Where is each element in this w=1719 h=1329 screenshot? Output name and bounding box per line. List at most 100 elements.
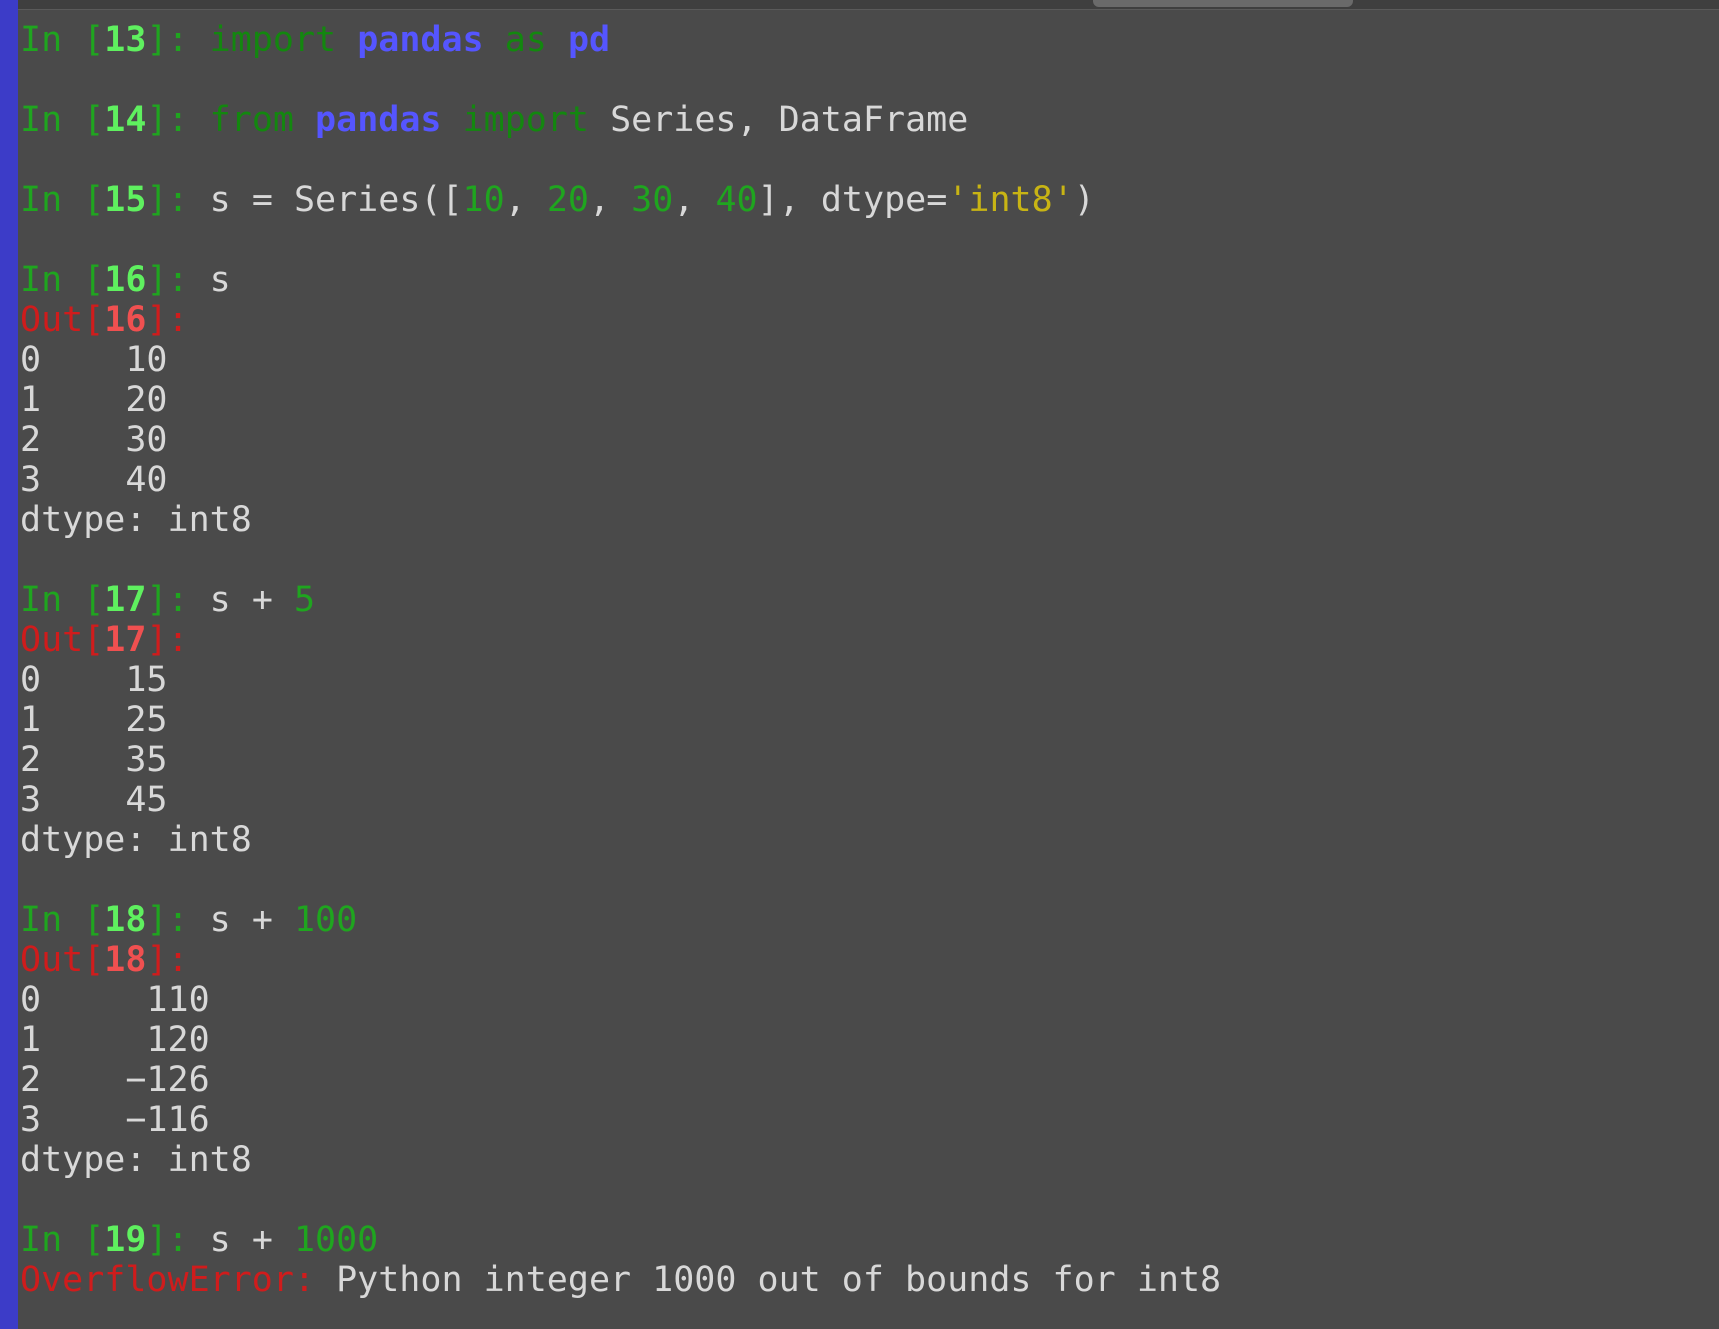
out-prompt-label: Out: [20, 620, 84, 660]
out-prompt-bracket: ]:: [146, 300, 189, 340]
output-line: dtype: int8: [20, 820, 1221, 860]
tab-strip: [18, 0, 1719, 10]
out-prompt-label: Out: [20, 300, 84, 340]
terminal-output: In [13]: import pandas as pd In [14]: fro…: [20, 20, 1221, 1300]
input-line: In [16]: s: [20, 260, 1221, 300]
in-prompt-bracket: [: [83, 180, 105, 220]
in-prompt-number: 16: [104, 260, 147, 300]
in-prompt-bracket: [: [83, 900, 105, 940]
code-token: ], dtype=: [757, 180, 948, 220]
output-line: 3 −116: [20, 1100, 1221, 1140]
input-line: In [19]: s + 1000: [20, 1220, 1221, 1260]
output-prompt-line: Out[16]:: [20, 300, 1221, 340]
code-token: 'int8': [947, 180, 1074, 220]
input-line: In [18]: s + 100: [20, 900, 1221, 940]
output-line: 1 25: [20, 700, 1221, 740]
code-token: pandas: [357, 20, 484, 60]
ipython-terminal[interactable]: In [13]: import pandas as pd In [14]: fro…: [0, 0, 1719, 1329]
in-prompt-bracket: ]:: [146, 260, 210, 300]
in-prompt-number: 19: [104, 1220, 147, 1260]
output-text: 3 −116: [20, 1100, 210, 1140]
in-prompt-bracket: ]:: [146, 1220, 210, 1260]
active-tab-indicator[interactable]: [1093, 0, 1353, 7]
in-prompt-bracket: ]:: [146, 580, 210, 620]
output-text: 1 120: [20, 1020, 210, 1060]
in-prompt-bracket: ]:: [146, 20, 210, 60]
code-token: 1000: [293, 1220, 379, 1260]
output-text: dtype: int8: [20, 820, 252, 860]
output-text: 0 15: [20, 660, 168, 700]
code-token: ,: [589, 180, 632, 220]
in-prompt-number: 14: [104, 100, 147, 140]
code-token: s +: [209, 900, 294, 940]
in-prompt-bracket: [: [83, 580, 105, 620]
code-token: 30: [631, 180, 674, 220]
output-line: 0 110: [20, 980, 1221, 1020]
code-token: ,: [673, 180, 716, 220]
in-prompt-number: 18: [104, 900, 147, 940]
code-token: s: [209, 260, 231, 300]
output-text: 1 20: [20, 380, 168, 420]
out-prompt-bracket: [: [83, 300, 105, 340]
error-line: OverflowError: Python integer 1000 out o…: [20, 1260, 1221, 1300]
output-text: 0 110: [20, 980, 210, 1020]
code-token: import: [209, 20, 337, 60]
output-line: 2 −126: [20, 1060, 1221, 1100]
in-prompt-label: In: [20, 100, 84, 140]
output-line: 1 120: [20, 1020, 1221, 1060]
in-prompt-label: In: [20, 900, 84, 940]
output-text: 2 −126: [20, 1060, 210, 1100]
output-text: 1 25: [20, 700, 168, 740]
error-name: OverflowError:: [20, 1260, 316, 1300]
out-prompt-number: 16: [104, 300, 147, 340]
output-text: 3 40: [20, 460, 168, 500]
input-line: In [14]: from pandas import Series, Data…: [20, 100, 1221, 140]
code-token: pd: [567, 20, 611, 60]
in-prompt-number: 17: [104, 580, 147, 620]
output-line: 0 15: [20, 660, 1221, 700]
input-line: In [17]: s + 5: [20, 580, 1221, 620]
code-token: s +: [209, 1220, 294, 1260]
in-prompt-label: In: [20, 260, 84, 300]
out-prompt-number: 17: [104, 620, 147, 660]
out-prompt-bracket: [: [83, 620, 105, 660]
in-prompt-bracket: ]:: [146, 100, 210, 140]
in-prompt-bracket: ]:: [146, 900, 210, 940]
output-prompt-line: Out[17]:: [20, 620, 1221, 660]
in-prompt-label: In: [20, 180, 84, 220]
out-prompt-number: 18: [104, 940, 147, 980]
out-prompt-bracket: [: [83, 940, 105, 980]
in-prompt-label: In: [20, 580, 84, 620]
output-text: 2 30: [20, 420, 168, 460]
output-text: 3 45: [20, 780, 168, 820]
code-token: 10: [462, 180, 505, 220]
code-token: s +: [209, 580, 294, 620]
in-prompt-bracket: [: [83, 20, 105, 60]
in-prompt-number: 13: [104, 20, 147, 60]
code-token: Series, DataFrame: [589, 100, 969, 140]
out-prompt-bracket: ]:: [146, 940, 189, 980]
code-token: as: [504, 20, 547, 60]
code-token: from: [209, 100, 294, 140]
code-token: s = Series([: [209, 180, 463, 220]
error-message: Python integer 1000 out of bounds for in…: [315, 1260, 1222, 1300]
code-token: pandas: [315, 100, 442, 140]
code-token: ): [1073, 180, 1095, 220]
window-left-edge: [0, 0, 18, 1329]
output-line: 3 45: [20, 780, 1221, 820]
output-line: 1 20: [20, 380, 1221, 420]
output-text: 2 35: [20, 740, 168, 780]
code-token: 20: [546, 180, 590, 220]
in-prompt-bracket: ]:: [146, 180, 210, 220]
in-prompt-bracket: [: [83, 100, 105, 140]
output-line: 3 40: [20, 460, 1221, 500]
